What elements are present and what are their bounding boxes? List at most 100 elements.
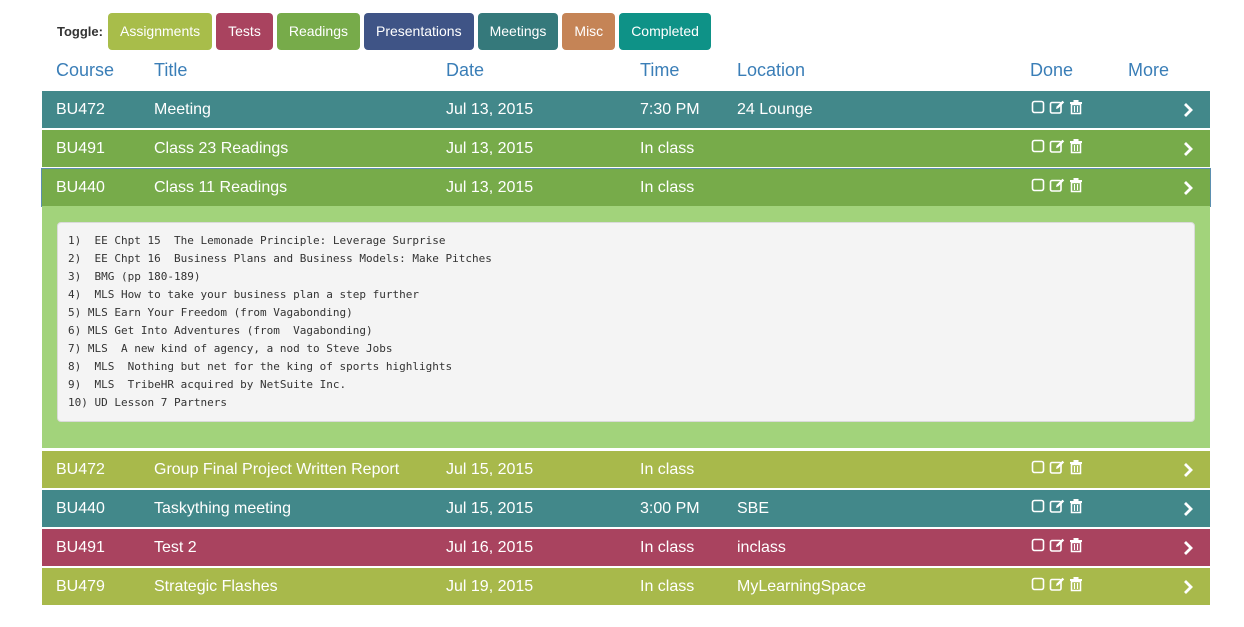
- table-row[interactable]: BU479 Strategic Flashes Jul 19, 2015 In cla…: [42, 568, 1210, 605]
- table-row[interactable]: BU440 Taskything meeting Jul 15, 2015 3:00 …: [42, 490, 1210, 527]
- row-date: Jul 15, 2015: [446, 500, 534, 517]
- toggle-misc-button[interactable]: Misc: [562, 13, 616, 50]
- trash-icon[interactable]: [1068, 177, 1084, 198]
- row-course: BU491: [56, 539, 105, 556]
- checkbox-empty-icon[interactable]: [1030, 99, 1046, 120]
- chevron-right-icon[interactable]: [1180, 529, 1196, 566]
- row-time: 7:30 PM: [640, 101, 700, 118]
- row-title: Class 23 Readings: [154, 140, 289, 157]
- row-title: Test 2: [154, 539, 197, 556]
- row-title: Meeting: [154, 101, 211, 118]
- row-course: BU440: [56, 179, 105, 196]
- edit-icon[interactable]: [1049, 459, 1065, 480]
- table-row[interactable]: BU440 Class 11 Readings Jul 13, 2015 In cla…: [41, 168, 1211, 207]
- reading-line: 6) MLS Get Into Adventures (from Vagabon…: [68, 324, 373, 337]
- edit-icon[interactable]: [1049, 138, 1065, 159]
- trash-icon[interactable]: [1068, 99, 1084, 120]
- header-done[interactable]: Done: [1030, 60, 1073, 81]
- header-date[interactable]: Date: [446, 60, 484, 81]
- row-course: BU479: [56, 578, 105, 595]
- chevron-right-icon[interactable]: [1180, 451, 1196, 488]
- row-time: In class: [640, 578, 695, 595]
- trash-icon[interactable]: [1068, 498, 1084, 519]
- row-actions: [1030, 529, 1084, 566]
- row-course: BU472: [56, 101, 105, 118]
- table-row[interactable]: BU491 Class 23 Readings Jul 13, 2015 In cla…: [42, 130, 1210, 167]
- table-row[interactable]: BU472 Meeting Jul 13, 2015 7:30 PM 24 Lounge: [42, 91, 1210, 128]
- readings-list: 1) EE Chpt 15 The Lemonade Principle: Le…: [57, 222, 1195, 422]
- header-location[interactable]: Location: [737, 60, 805, 81]
- toggle-bar: Toggle: Assignments Tests Readings Prese…: [57, 13, 715, 50]
- row-date: Jul 13, 2015: [446, 140, 534, 157]
- edit-icon[interactable]: [1049, 99, 1065, 120]
- trash-icon[interactable]: [1068, 576, 1084, 597]
- row-date: Jul 13, 2015: [446, 179, 534, 196]
- table-header: Course Title Date Time Location Done Mor…: [42, 60, 1210, 82]
- edit-icon[interactable]: [1049, 498, 1065, 519]
- checkbox-empty-icon[interactable]: [1030, 576, 1046, 597]
- row-actions: [1030, 568, 1084, 605]
- checkbox-empty-icon[interactable]: [1030, 138, 1046, 159]
- row-course: BU440: [56, 500, 105, 517]
- row-actions: [1030, 490, 1084, 527]
- row-date: Jul 16, 2015: [446, 539, 534, 556]
- reading-line: 5) MLS Earn Your Freedom (from Vagabondi…: [68, 306, 353, 319]
- table-row[interactable]: BU491 Test 2 Jul 16, 2015 In class inclass: [42, 529, 1210, 566]
- checkbox-empty-icon[interactable]: [1030, 537, 1046, 558]
- checkbox-empty-icon[interactable]: [1030, 459, 1046, 480]
- row-details-panel: 1) EE Chpt 15 The Lemonade Principle: Le…: [42, 206, 1210, 448]
- edit-icon[interactable]: [1049, 177, 1065, 198]
- chevron-right-icon[interactable]: [1180, 130, 1196, 167]
- chevron-right-icon[interactable]: [1180, 169, 1196, 206]
- header-more[interactable]: More: [1128, 60, 1169, 81]
- row-time: 3:00 PM: [640, 500, 700, 517]
- toggle-readings-button[interactable]: Readings: [276, 13, 360, 50]
- row-time: In class: [640, 539, 695, 556]
- trash-icon[interactable]: [1068, 537, 1084, 558]
- header-title[interactable]: Title: [154, 60, 187, 81]
- trash-icon[interactable]: [1068, 138, 1084, 159]
- checkbox-empty-icon[interactable]: [1030, 498, 1046, 519]
- row-course: BU491: [56, 140, 105, 157]
- toggle-completed-button[interactable]: Completed: [619, 13, 711, 50]
- header-time[interactable]: Time: [640, 60, 679, 81]
- reading-line: 4) MLS How to take your business plan a …: [68, 288, 419, 301]
- row-actions: [1030, 91, 1084, 128]
- row-course: BU472: [56, 461, 105, 478]
- row-title: Taskything meeting: [154, 500, 291, 517]
- reading-line: 2) EE Chpt 16 Business Plans and Busines…: [68, 252, 492, 265]
- row-title: Class 11 Readings: [154, 179, 288, 196]
- row-actions: [1030, 451, 1084, 488]
- row-time: In class: [640, 179, 695, 196]
- reading-line: 8) MLS Nothing but net for the king of s…: [68, 360, 453, 373]
- reading-line: 3) BMG (pp 180-189): [68, 270, 201, 283]
- reading-line: 10) UD Lesson 7 Partners: [68, 396, 227, 409]
- row-location: SBE: [737, 500, 770, 517]
- row-location: MyLearningSpace: [737, 578, 866, 595]
- row-date: Jul 13, 2015: [446, 101, 534, 118]
- chevron-right-icon[interactable]: [1180, 568, 1196, 605]
- trash-icon[interactable]: [1068, 459, 1084, 480]
- toggle-presentations-button[interactable]: Presentations: [363, 13, 474, 50]
- reading-line: 1) EE Chpt 15 The Lemonade Principle: Le…: [68, 234, 446, 247]
- row-location: inclass: [737, 539, 786, 556]
- toggle-meetings-button[interactable]: Meetings: [477, 13, 559, 50]
- reading-line: 9) MLS TribeHR acquired by NetSuite Inc.: [68, 378, 347, 391]
- checkbox-empty-icon[interactable]: [1030, 177, 1046, 198]
- toggle-assignments-button[interactable]: Assignments: [107, 13, 213, 50]
- table-row[interactable]: BU472 Group Final Project Written Report J…: [42, 451, 1210, 488]
- chevron-right-icon[interactable]: [1180, 490, 1196, 527]
- toggle-tests-button[interactable]: Tests: [216, 13, 273, 50]
- toggle-label: Toggle:: [57, 24, 103, 39]
- row-date: Jul 15, 2015: [446, 461, 534, 478]
- chevron-right-icon[interactable]: [1180, 91, 1196, 128]
- row-time: In class: [640, 140, 695, 157]
- edit-icon[interactable]: [1049, 576, 1065, 597]
- row-actions: [1030, 130, 1084, 167]
- row-date: Jul 19, 2015: [446, 578, 534, 595]
- header-course[interactable]: Course: [56, 60, 114, 81]
- row-location: 24 Lounge: [737, 101, 813, 118]
- row-actions: [1030, 169, 1084, 206]
- reading-line: 7) MLS A new kind of agency, a nod to St…: [68, 342, 393, 355]
- edit-icon[interactable]: [1049, 537, 1065, 558]
